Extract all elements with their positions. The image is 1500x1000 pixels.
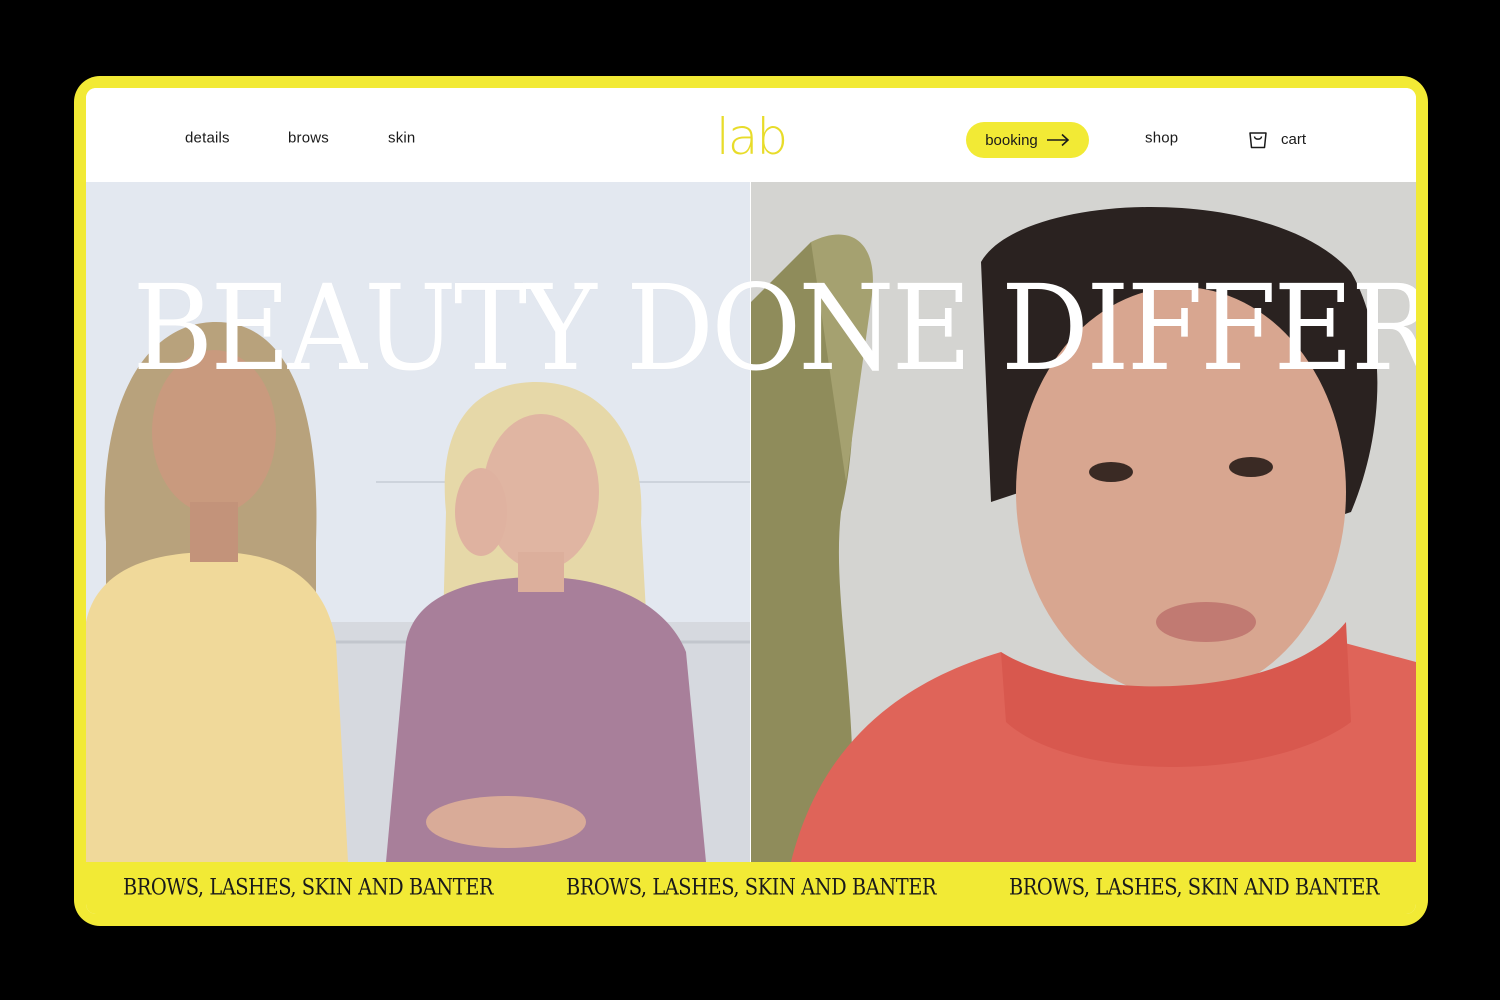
brand-logo[interactable]: lab [712,102,790,172]
top-nav: details brows skin lab booking shop cart [86,88,1416,182]
ticker-item: BROWS, LASHES, SKIN AND BANTER [565,875,937,901]
nav-link-brows[interactable]: brows [288,130,329,147]
booking-button[interactable]: booking [966,122,1089,158]
arrow-right-icon [1046,133,1070,147]
nav-link-details[interactable]: details [185,130,230,147]
ticker-item: BROWS, LASHES, SKIN AND BANTER [1008,875,1380,901]
hero-section: BEAUTY DONE DIFFERENTLY [86,182,1416,862]
ticker-item: BROWS, LASHES, SKIN AND BANTER [122,875,494,901]
booking-label: booking [985,131,1038,149]
marquee-ticker: BROWS, LASHES, SKIN AND BANTER BROWS, LA… [86,862,1416,914]
shopping-bag-icon [1247,128,1269,150]
nav-link-shop[interactable]: shop [1145,130,1178,147]
nav-link-skin[interactable]: skin [388,130,415,147]
cart-label: cart [1281,130,1307,148]
hero-headline: BEAUTY DONE DIFFERENTLY [132,259,1416,398]
website-screen: details brows skin lab booking shop cart… [86,88,1416,914]
cart-button[interactable]: cart [1247,126,1306,152]
browser-frame: details brows skin lab booking shop cart… [74,76,1428,926]
